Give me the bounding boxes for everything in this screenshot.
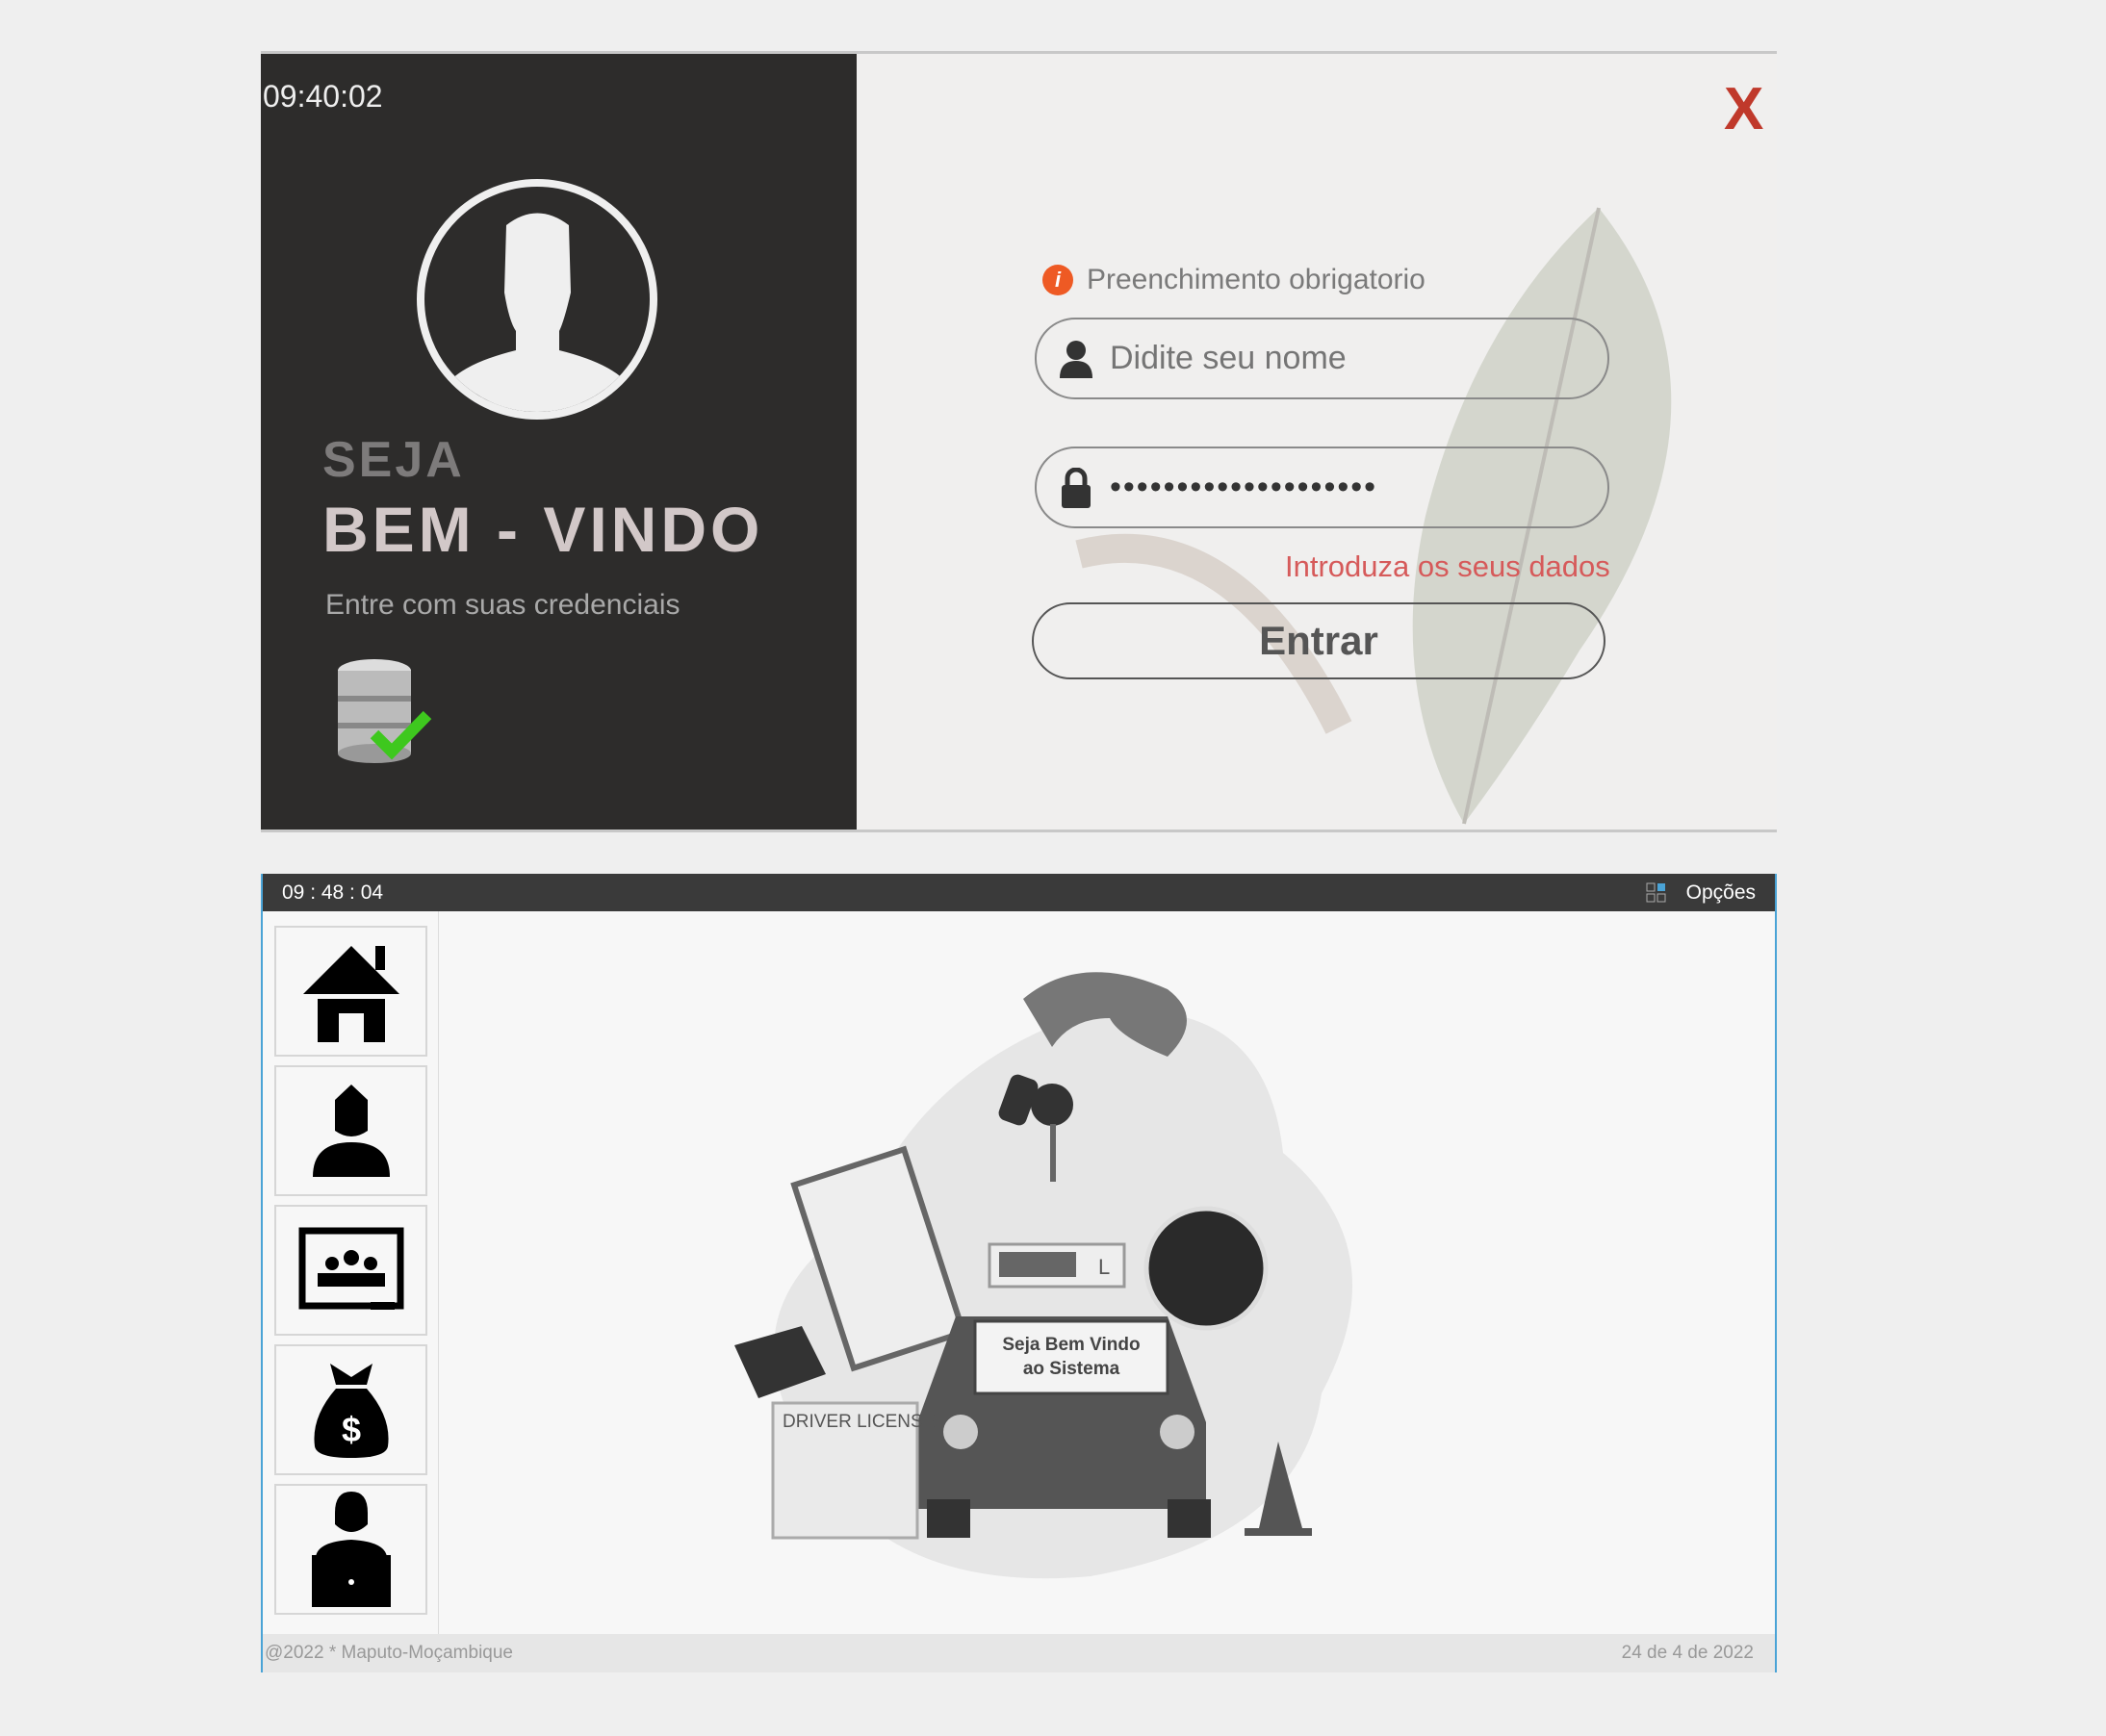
username-input[interactable]: [1110, 340, 1572, 377]
welcome-line-1: SEJA: [322, 432, 465, 488]
license-text: DRIVER LICENSE: [783, 1412, 935, 1432]
database-connected-icon: [336, 655, 442, 776]
classroom-icon: [298, 1227, 403, 1310]
required-hint-text: Preenchimento obrigatorio: [1087, 264, 1425, 295]
welcome-panel: 09:40:02 SEJA BEM - VINDO Entre com suas…: [261, 54, 857, 830]
sidebar-home-button[interactable]: [274, 926, 427, 1057]
password-field[interactable]: [1035, 447, 1609, 528]
required-hint: i Preenchimento obrigatorio: [1042, 264, 1425, 296]
user-avatar-icon: [417, 179, 657, 420]
close-button[interactable]: X: [1724, 75, 1763, 143]
error-message: Introduza os seus dados: [1285, 549, 1610, 583]
home-icon: [302, 945, 399, 1042]
status-footer: @2022 * Maputo-Moçambique 24 de 4 de 202…: [263, 1634, 1775, 1672]
grid-icon: [1646, 882, 1666, 902]
welcome-line-2: BEM - VINDO: [322, 494, 764, 565]
password-input[interactable]: [1110, 469, 1572, 506]
banner-line-2: ao Sistema: [1023, 1359, 1120, 1379]
info-icon: i: [1042, 265, 1073, 295]
plate-letter: L: [1098, 1255, 1110, 1279]
footer-date: 24 de 4 de 2022: [1621, 1643, 1754, 1663]
subtitle: Entre com suas credenciais: [325, 589, 681, 621]
sidebar-payments-button[interactable]: $: [274, 1344, 427, 1475]
username-field[interactable]: [1035, 318, 1609, 399]
sidebar-student-button[interactable]: [274, 1065, 427, 1196]
options-label: Opções: [1685, 881, 1756, 904]
options-menu[interactable]: Opções: [1646, 881, 1756, 905]
sidebar: $: [263, 911, 439, 1636]
title-bar: 09 : 48 : 04 Opções: [263, 874, 1775, 911]
clock: 09 : 48 : 04: [282, 881, 384, 904]
sidebar-classroom-button[interactable]: [274, 1205, 427, 1336]
clock: 09:40:02: [263, 79, 383, 114]
footer-location: @2022 * Maputo-Moçambique: [265, 1643, 513, 1663]
login-button[interactable]: Entrar: [1032, 602, 1605, 679]
sidebar-staff-button[interactable]: [274, 1484, 427, 1615]
driving-school-illustration: L Seja Bem Vindo ao Sistema DRIVER LICEN…: [734, 972, 1352, 1579]
money-bag-icon: $: [313, 1364, 389, 1458]
user-icon: [1060, 340, 1092, 378]
student-icon: [312, 1085, 390, 1177]
login-window: 09:40:02 SEJA BEM - VINDO Entre com suas…: [261, 51, 1777, 832]
main-window: 09 : 48 : 04 Opções $ L Seja Bem Vindo a…: [261, 874, 1777, 1672]
employee-laptop-icon: [311, 1492, 391, 1607]
lock-icon: [1062, 467, 1091, 508]
svg-text:$: $: [341, 1410, 360, 1449]
banner-line-1: Seja Bem Vindo: [1002, 1335, 1140, 1355]
